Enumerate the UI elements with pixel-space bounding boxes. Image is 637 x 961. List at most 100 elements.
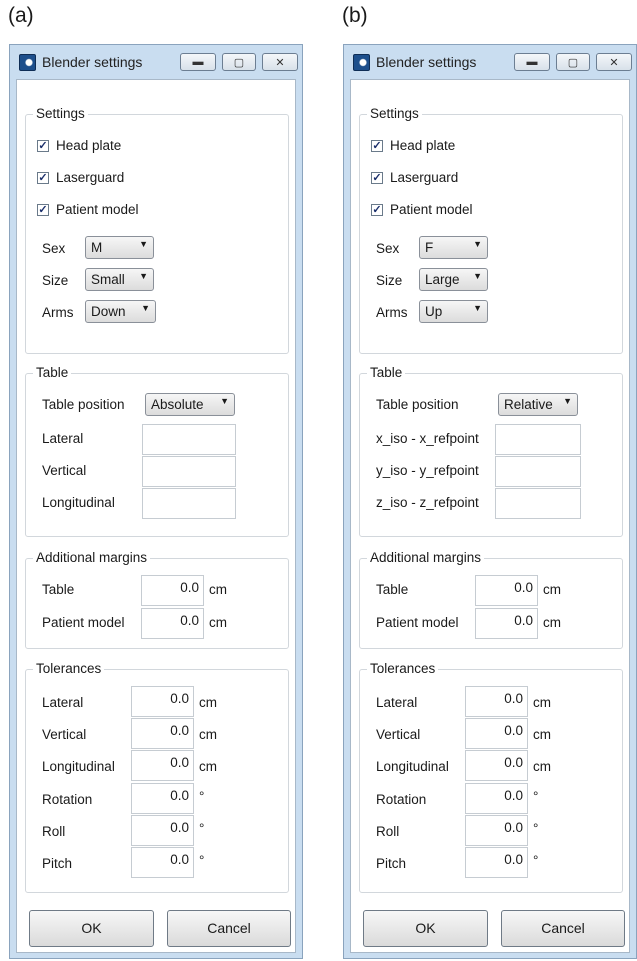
tolerance-input[interactable]: 0.0 — [465, 815, 528, 846]
laserguard-checkbox[interactable]: ✓ — [37, 172, 49, 184]
margin-input[interactable]: 0.0 — [141, 575, 204, 606]
tolerance-unit: ° — [533, 789, 539, 804]
table-position-value: Relative — [504, 397, 553, 412]
margin-label: Patient model — [42, 615, 125, 630]
margin-input[interactable]: 0.0 — [475, 575, 538, 606]
settings-group: Settings ✓ Head plate ✓ Laserguard ✓ Pat… — [25, 106, 289, 354]
table-group: Table Table position Relative ▼ x_iso - … — [359, 365, 623, 537]
chevron-down-icon: ▼ — [563, 396, 572, 406]
patient-model-checkbox[interactable]: ✓ — [37, 204, 49, 216]
margin-input[interactable]: 0.0 — [141, 608, 204, 639]
tolerance-input[interactable]: 0.0 — [131, 847, 194, 878]
margin-label: Patient model — [376, 615, 459, 630]
maximize-button[interactable]: ▢ — [222, 53, 256, 71]
tolerance-unit: cm — [533, 695, 551, 710]
window-title: Blender settings — [42, 54, 143, 70]
tolerances-group: Tolerances Lateral 0.0 cm Vertical 0.0 c… — [359, 661, 623, 893]
sex-label: Sex — [376, 241, 400, 256]
patient-model-label: Patient model — [56, 202, 139, 217]
arms-value: Up — [425, 304, 443, 319]
table-group: Table Table position Absolute ▼ Lateral … — [25, 365, 289, 537]
tolerance-input[interactable]: 0.0 — [465, 718, 528, 749]
head-plate-label: Head plate — [390, 138, 456, 153]
tolerance-input[interactable]: 0.0 — [465, 847, 528, 878]
additional-margins-group: Additional margins Table 0.0 cm Patient … — [359, 550, 623, 649]
checkmark-icon: ✓ — [38, 140, 48, 152]
blender-app-icon — [19, 54, 36, 71]
table-field-label: Longitudinal — [42, 495, 115, 510]
head-plate-checkbox[interactable]: ✓ — [371, 140, 383, 152]
table-position-label: Table position — [376, 397, 459, 412]
chevron-down-icon: ▼ — [139, 239, 148, 249]
table-group-title: Table — [367, 365, 406, 380]
blender-app-icon — [353, 54, 370, 71]
chevron-down-icon: ▼ — [473, 303, 482, 313]
titlebar[interactable]: Blender settings ▬ ▢ ✕ — [344, 45, 636, 77]
sex-value: M — [91, 240, 103, 255]
tolerance-input[interactable]: 0.0 — [465, 783, 528, 814]
margin-unit: cm — [543, 615, 561, 630]
table-field-input[interactable] — [142, 424, 236, 455]
tolerance-unit: cm — [533, 759, 551, 774]
tolerance-label: Roll — [42, 824, 66, 839]
arms-value: Down — [91, 304, 126, 319]
cancel-button[interactable]: Cancel — [501, 910, 625, 947]
table-field-input[interactable] — [495, 488, 581, 519]
chevron-down-icon: ▼ — [141, 303, 150, 313]
tolerance-input[interactable]: 0.0 — [131, 750, 194, 781]
settings-group-title: Settings — [367, 106, 422, 121]
size-label: Size — [42, 273, 69, 288]
close-icon: ✕ — [275, 56, 285, 69]
sex-dropdown[interactable]: M ▼ — [85, 236, 154, 259]
tolerance-input[interactable]: 0.0 — [131, 718, 194, 749]
size-dropdown[interactable]: Large ▼ — [419, 268, 488, 291]
arms-dropdown[interactable]: Down ▼ — [85, 300, 156, 323]
tolerance-unit: ° — [199, 821, 205, 836]
table-field-input[interactable] — [495, 424, 581, 455]
tolerance-input[interactable]: 0.0 — [465, 686, 528, 717]
table-field-label: x_iso - x_refpoint — [376, 431, 479, 446]
tolerance-input[interactable]: 0.0 — [465, 750, 528, 781]
size-dropdown[interactable]: Small ▼ — [85, 268, 154, 291]
patient-model-checkbox[interactable]: ✓ — [371, 204, 383, 216]
laserguard-label: Laserguard — [390, 170, 459, 185]
sex-label: Sex — [42, 241, 66, 256]
ok-button[interactable]: OK — [29, 910, 154, 947]
close-button[interactable]: ✕ — [596, 53, 632, 71]
laserguard-checkbox[interactable]: ✓ — [371, 172, 383, 184]
tolerance-label: Lateral — [42, 695, 84, 710]
tolerance-input[interactable]: 0.0 — [131, 815, 194, 846]
tolerance-unit: ° — [533, 821, 539, 836]
margin-input[interactable]: 0.0 — [475, 608, 538, 639]
table-field-input[interactable] — [142, 488, 236, 519]
laserguard-label: Laserguard — [56, 170, 125, 185]
table-position-dropdown[interactable]: Relative ▼ — [498, 393, 578, 416]
table-position-dropdown[interactable]: Absolute ▼ — [145, 393, 235, 416]
cancel-button[interactable]: Cancel — [167, 910, 291, 947]
size-value: Large — [425, 272, 460, 287]
table-position-value: Absolute — [151, 397, 204, 412]
settings-group-title: Settings — [33, 106, 88, 121]
minimize-button[interactable]: ▬ — [514, 53, 550, 71]
minimize-button[interactable]: ▬ — [180, 53, 216, 71]
minimize-icon: ▬ — [526, 56, 538, 68]
close-button[interactable]: ✕ — [262, 53, 298, 71]
head-plate-checkbox[interactable]: ✓ — [37, 140, 49, 152]
table-field-input[interactable] — [142, 456, 236, 487]
checkmark-icon: ✓ — [372, 204, 382, 216]
tolerance-unit: ° — [533, 853, 539, 868]
sex-dropdown[interactable]: F ▼ — [419, 236, 488, 259]
arms-dropdown[interactable]: Up ▼ — [419, 300, 488, 323]
titlebar[interactable]: Blender settings ▬ ▢ ✕ — [10, 45, 302, 77]
ok-button[interactable]: OK — [363, 910, 488, 947]
tolerance-input[interactable]: 0.0 — [131, 686, 194, 717]
patient-model-label: Patient model — [390, 202, 473, 217]
margin-label: Table — [376, 582, 409, 597]
chevron-down-icon: ▼ — [473, 239, 482, 249]
maximize-button[interactable]: ▢ — [556, 53, 590, 71]
settings-group: Settings ✓ Head plate ✓ Laserguard ✓ Pat… — [359, 106, 623, 354]
table-group-title: Table — [33, 365, 72, 380]
close-icon: ✕ — [609, 56, 619, 69]
table-field-input[interactable] — [495, 456, 581, 487]
tolerance-input[interactable]: 0.0 — [131, 783, 194, 814]
